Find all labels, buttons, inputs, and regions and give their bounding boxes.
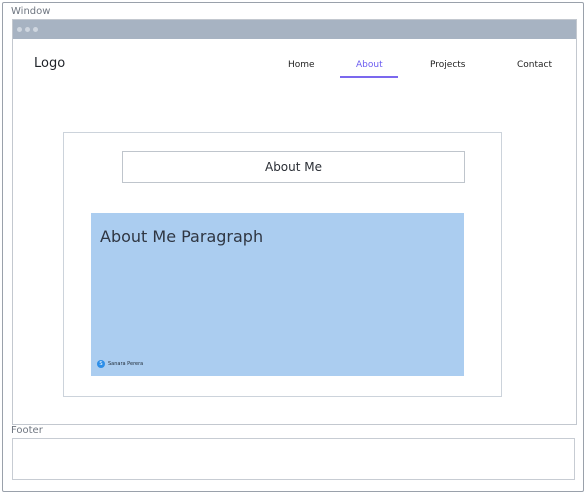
nav-active-indicator xyxy=(340,76,398,78)
nav-projects[interactable]: Projects xyxy=(430,60,465,70)
about-heading: About Me xyxy=(122,151,465,183)
minimize-dot-icon[interactable] xyxy=(25,27,30,32)
author-name: Sanara Perera xyxy=(108,361,144,367)
content-card: About Me About Me Paragraph S Sanara Per… xyxy=(63,132,502,397)
window-titlebar xyxy=(13,20,576,39)
paragraph-title: About Me Paragraph xyxy=(100,227,264,246)
window-controls xyxy=(17,27,38,32)
maximize-dot-icon[interactable] xyxy=(33,27,38,32)
nav-about[interactable]: About xyxy=(356,60,383,70)
logo[interactable]: Logo xyxy=(34,56,65,71)
browser-window: Logo Home About Projects Contact About M… xyxy=(12,19,577,425)
close-dot-icon[interactable] xyxy=(17,27,22,32)
author-tag: S Sanara Perera xyxy=(97,360,143,368)
avatar: S xyxy=(97,360,105,368)
footer-box xyxy=(12,438,575,480)
window-label: Window xyxy=(11,6,51,17)
nav-contact[interactable]: Contact xyxy=(517,60,552,70)
nav-home[interactable]: Home xyxy=(288,60,315,70)
footer-label: Footer xyxy=(11,425,43,436)
about-paragraph-card: About Me Paragraph S Sanara Perera xyxy=(91,213,464,376)
